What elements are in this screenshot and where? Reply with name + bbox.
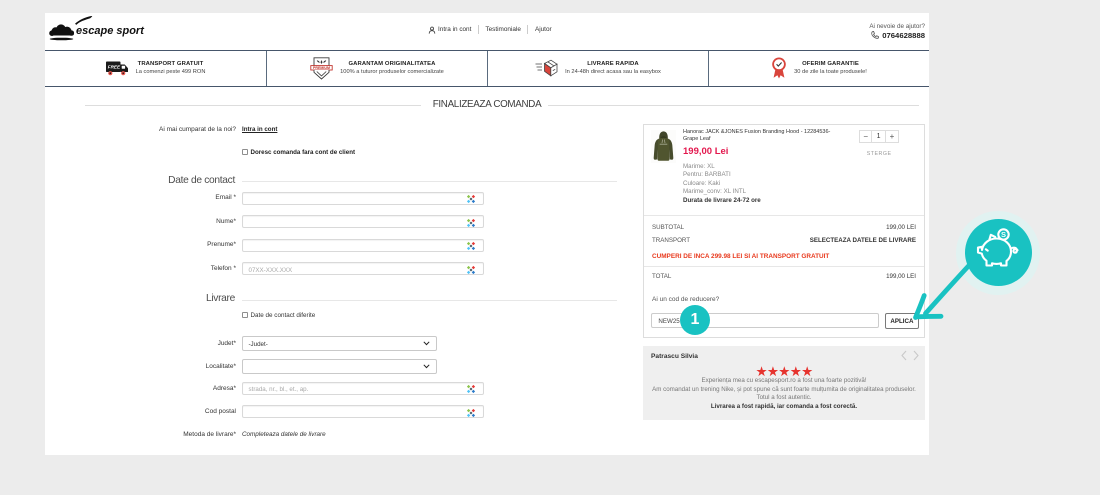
svg-text:FREE: FREE [107,64,120,69]
svg-text:PREMIUM: PREMIUM [313,66,330,70]
svg-text:S: S [1001,230,1006,239]
